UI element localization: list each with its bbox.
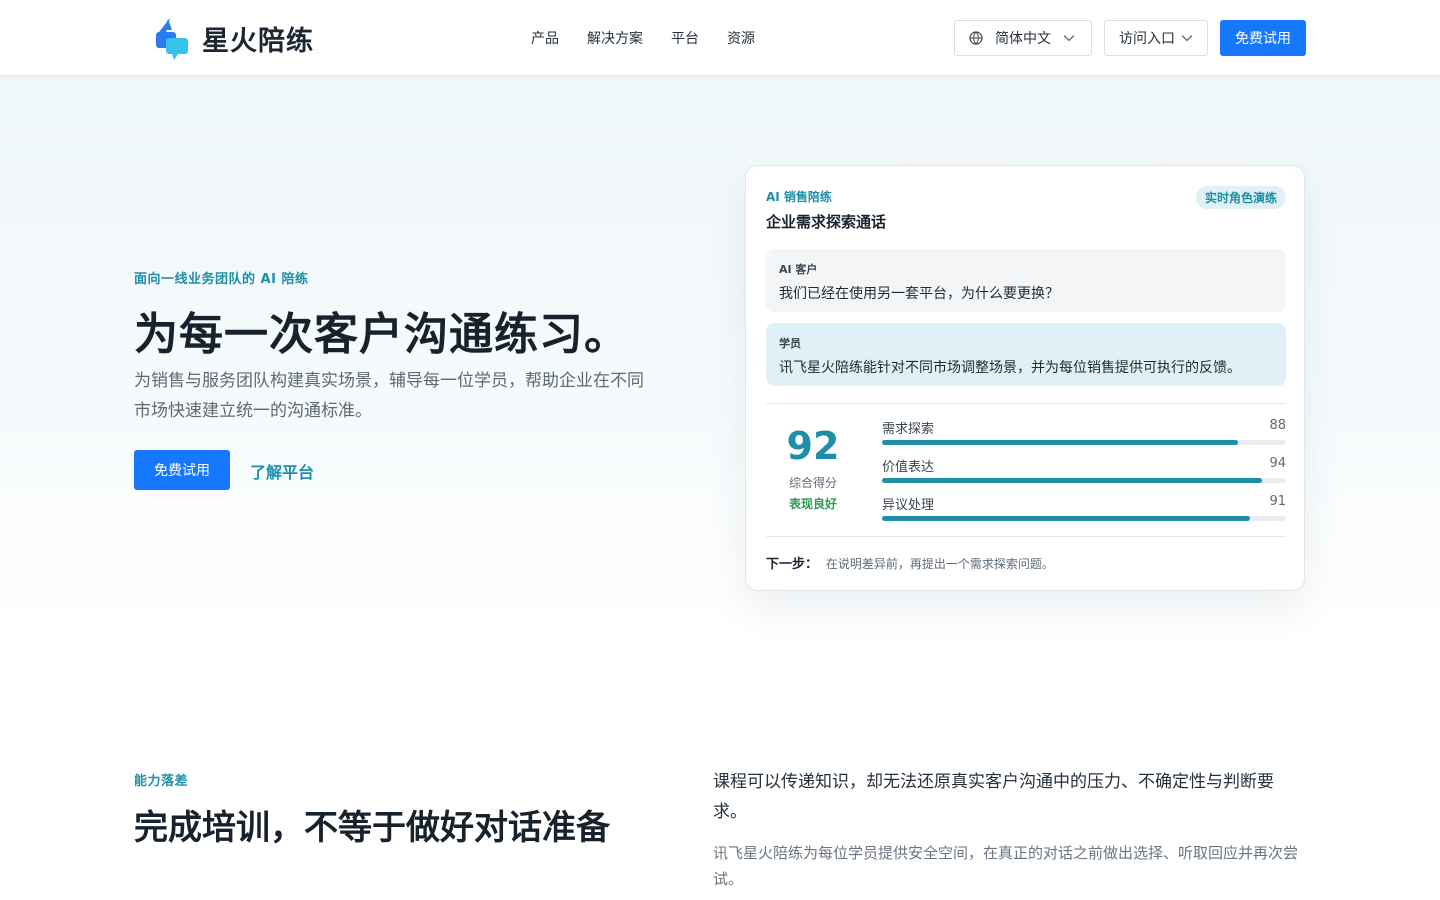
metric-value: 91: [1269, 494, 1286, 509]
brand-name: 星火陪练: [202, 25, 314, 57]
card-title: 企业需求探索通话: [766, 213, 887, 231]
metric-label: 异议处理: [882, 498, 935, 513]
hero-trial-button[interactable]: 免费试用: [134, 450, 230, 490]
section-body: 讯飞星火陪练为每位学员提供安全空间，在真正的对话之前做出选择、听取回应并再次尝试…: [713, 844, 1299, 888]
next-step: 下一步： 在说明差异前，再提出一个需求探索问题。: [766, 553, 1054, 572]
chevron-down-icon: [1181, 35, 1193, 42]
nav-item-products[interactable]: 产品: [531, 28, 559, 48]
metric-progress-track: [882, 478, 1286, 483]
ai-customer-message: AI 客户 我们已经在使用另一套平台，为什么要更换？: [766, 249, 1286, 312]
nav-item-platform[interactable]: 平台: [671, 28, 699, 48]
main-nav: 产品 解决方案 平台 资源: [531, 28, 755, 48]
metric-progress-track: [882, 440, 1286, 445]
divider: [766, 536, 1286, 537]
hero-description: 为销售与服务团队构建真实场景，辅导每一位学员，帮助企业在不同市场快速建立统一的沟…: [134, 371, 644, 421]
brand-logo[interactable]: 星火陪练: [150, 16, 314, 60]
portal-select[interactable]: 访问入口: [1104, 20, 1208, 56]
overall-level: 表现良好: [788, 497, 837, 511]
hero-eyebrow: 面向一线业务团队的 AI 陪练: [134, 272, 309, 287]
header-trial-button[interactable]: 免费试用: [1220, 20, 1306, 56]
message-text: 我们已经在使用另一套平台，为什么要更换？: [779, 286, 1059, 302]
spark-logo-icon: [156, 18, 188, 60]
metric-value: 88: [1269, 418, 1286, 433]
practice-demo-card: AI 销售陪练 企业需求探索通话 实时角色演练 AI 客户 我们已经在使用另一套…: [745, 165, 1305, 591]
message-role: AI 客户: [779, 263, 818, 276]
metric-progress-fill: [882, 516, 1250, 521]
hero-title: 为每一次客户沟通练习。: [134, 309, 629, 360]
metric-label: 价值表达: [882, 460, 935, 475]
learner-message: 学员 讯飞星火陪练能针对不同市场调整场景，并为每位销售提供可执行的反馈。: [766, 323, 1286, 386]
language-select[interactable]: 简体中文: [954, 20, 1092, 56]
metric-progress-fill: [882, 440, 1238, 445]
metric-needs-discovery: 需求探索 88: [882, 418, 1286, 452]
overall-score-label: 综合得分: [788, 476, 837, 490]
nav-item-resources[interactable]: 资源: [727, 28, 755, 48]
metric-value: 94: [1269, 456, 1286, 471]
globe-icon: [969, 31, 983, 45]
site-header: 星火陪练 产品 解决方案 平台 资源 简体中文 访问入口 免费试用: [0, 0, 1440, 76]
overall-score: 92: [786, 424, 840, 468]
message-text: 讯飞星火陪练能针对不同市场调整场景，并为每位销售提供可执行的反馈。: [779, 360, 1241, 376]
metric-objection-handling: 异议处理 91: [882, 494, 1286, 528]
language-label: 简体中文: [995, 31, 1051, 47]
section-eyebrow: 能力落差: [134, 774, 189, 789]
next-step-label: 下一步：: [766, 557, 819, 572]
metric-progress-track: [882, 516, 1286, 521]
card-eyebrow: AI 销售陪练: [766, 190, 832, 204]
portal-label: 访问入口: [1119, 31, 1175, 47]
section-title: 完成培训，不等于做好对话准备: [134, 808, 610, 848]
divider: [766, 403, 1286, 404]
nav-item-solutions[interactable]: 解决方案: [587, 28, 643, 48]
learn-platform-link[interactable]: 了解平台: [250, 459, 314, 483]
metric-progress-fill: [882, 478, 1262, 483]
next-step-text: 在说明差异前，再提出一个需求探索问题。: [825, 557, 1054, 571]
chevron-down-icon: [1063, 35, 1075, 42]
section-lead: 课程可以传递知识，却无法还原真实客户沟通中的压力、不确定性与判断要求。: [713, 772, 1274, 822]
message-role: 学员: [779, 337, 801, 350]
metric-label: 需求探索: [882, 422, 935, 437]
metric-value-articulation: 价值表达 94: [882, 456, 1286, 490]
status-badge: 实时角色演练: [1196, 186, 1286, 209]
